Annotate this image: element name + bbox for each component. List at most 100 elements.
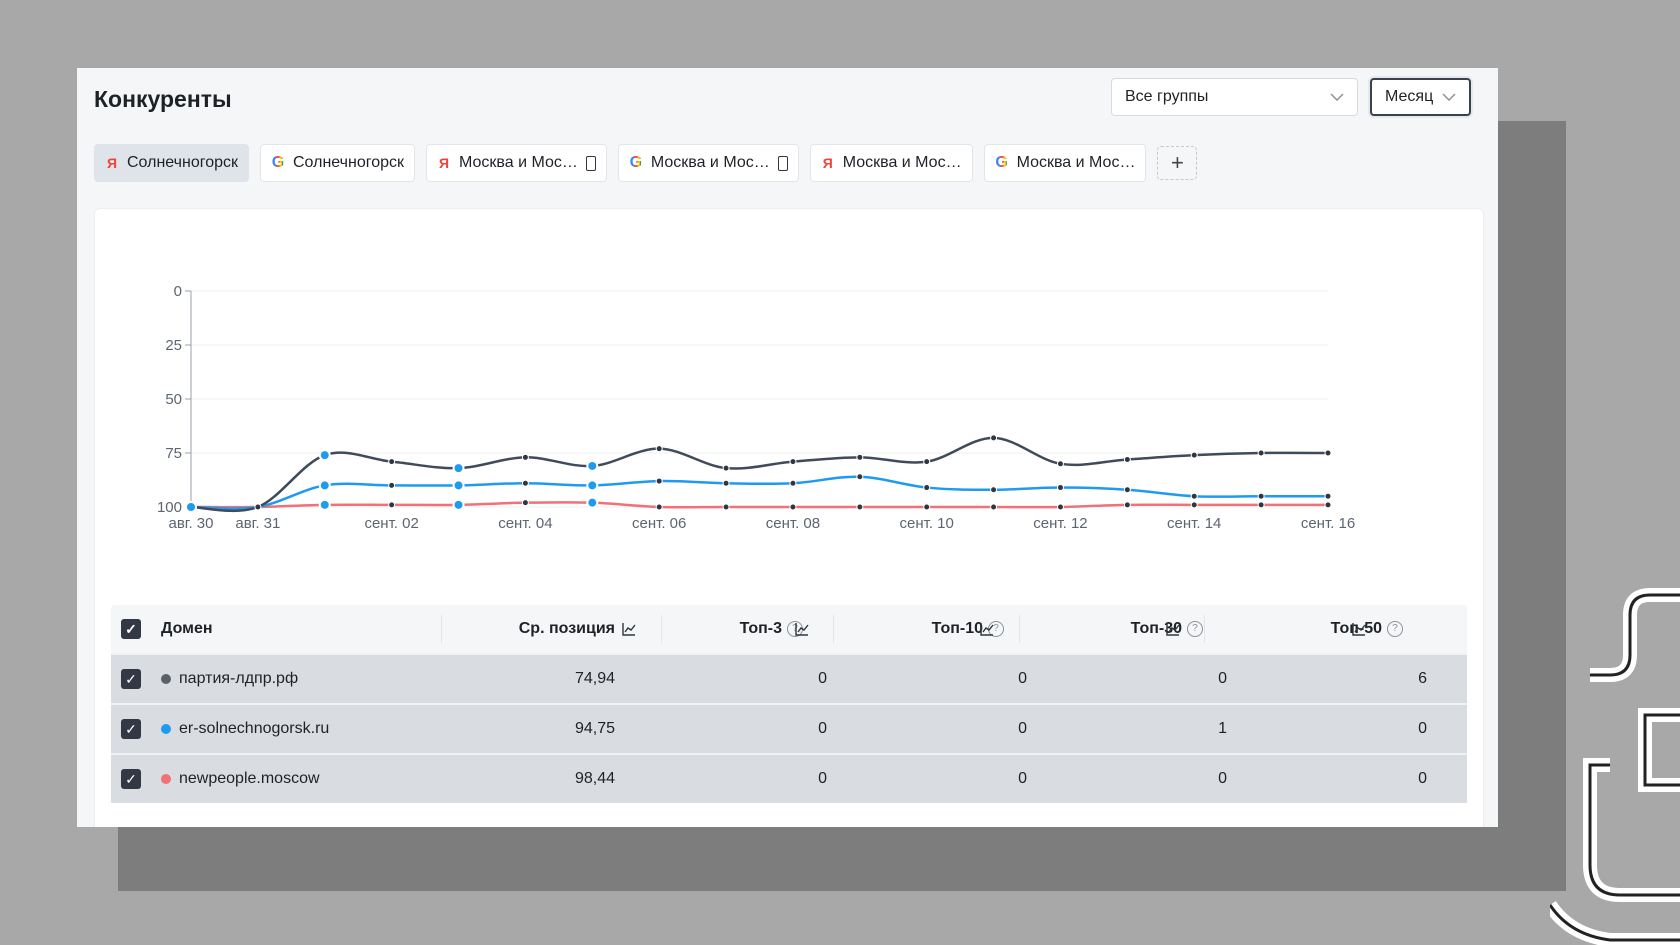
highlight-point	[185, 501, 197, 513]
tab-label: Москва и Мос…	[1016, 154, 1136, 171]
top50-cell: 0	[1418, 720, 1427, 737]
tab-google-solnechnogorsk[interactable]: G Солнечногорск	[260, 144, 415, 182]
domain-cell: er-solnechnogorsk.ru	[161, 720, 329, 738]
highlight-point	[452, 462, 465, 475]
domain-cell: партия-лдпр.рф	[161, 670, 298, 688]
highlight-point	[318, 449, 331, 462]
data-point	[923, 458, 931, 466]
chart-icon[interactable]	[794, 621, 810, 637]
series-line	[190, 436, 1329, 513]
column-divider	[1019, 615, 1020, 643]
data-point	[990, 434, 998, 442]
x-tick-label: авг. 30	[169, 515, 214, 532]
chart-icon[interactable]	[621, 621, 637, 637]
x-tick-label: сент. 12	[1033, 515, 1087, 532]
data-point	[1056, 460, 1064, 468]
domain-name: er-solnechnogorsk.ru	[179, 720, 330, 737]
domain-cell: newpeople.moscow	[161, 770, 320, 788]
x-tick-label: сент. 08	[766, 515, 820, 532]
data-point	[789, 479, 797, 487]
tab-yandex-solnechnogorsk[interactable]: Я Солнечногорск	[94, 144, 249, 182]
series-color-dot	[161, 724, 171, 734]
table-header: ✓ Домен Ср. позиция Топ-3? Топ-10? Топ-3…	[111, 605, 1467, 653]
google-icon: G	[629, 154, 643, 171]
data-point	[722, 464, 730, 472]
data-point	[789, 503, 797, 511]
data-point	[1056, 484, 1064, 492]
tab-google-moscow[interactable]: G Москва и Мос…	[983, 144, 1147, 182]
highlight-point	[586, 459, 599, 472]
table-row: ✓ newpeople.moscow 98,44 0 0 0 0	[111, 753, 1467, 803]
help-icon[interactable]: ?	[1387, 621, 1403, 637]
column-divider	[661, 615, 662, 643]
chevron-down-icon	[1442, 90, 1456, 104]
data-point	[521, 453, 529, 461]
add-tab-button[interactable]: +	[1157, 146, 1198, 180]
data-point	[388, 458, 396, 466]
data-point	[655, 503, 663, 511]
data-point	[1324, 501, 1332, 509]
period-select-value: Месяц	[1385, 88, 1434, 105]
col-top10-label: Топ-10	[931, 620, 983, 637]
yandex-icon: Я	[106, 155, 118, 171]
mobile-phone-icon	[777, 155, 788, 171]
highlight-point	[318, 479, 331, 492]
period-select[interactable]: Месяц	[1370, 78, 1471, 116]
help-icon[interactable]: ?	[1187, 621, 1203, 637]
data-point	[1324, 492, 1332, 500]
tab-yandex-moscow[interactable]: Я Москва и Мос…	[809, 144, 973, 182]
data-point	[1257, 492, 1265, 500]
series-color-dot	[161, 674, 171, 684]
data-point	[1324, 449, 1332, 457]
highlight-point	[318, 498, 331, 511]
row-checkbox[interactable]: ✓	[121, 719, 141, 739]
top30-cell: 1	[1218, 720, 1227, 737]
positions-line-chart: 0 25 50 75 100авг. 30 авг. 31 сент. 02 сент. 04…	[157, 283, 1355, 532]
page-title: Конкуренты	[94, 86, 232, 112]
data-point	[388, 501, 396, 509]
table-row: ✓ er-solnechnogorsk.ru 94,75 0 0 1 0	[111, 703, 1467, 753]
highlight-point	[452, 479, 465, 492]
tab-yandex-moscow-mobile[interactable]: Я Москва и Мос…	[426, 144, 607, 182]
groups-select[interactable]: Все группы	[1111, 78, 1358, 116]
chart-icon[interactable]	[979, 621, 995, 637]
data-point	[722, 479, 730, 487]
tab-label: Солнечногорск	[127, 154, 238, 171]
yandex-icon: Я	[822, 155, 833, 171]
column-divider	[833, 615, 834, 643]
x-tick-label: авг. 31	[235, 515, 280, 532]
avg-position-cell: 98,44	[574, 770, 615, 787]
data-point	[1257, 449, 1265, 457]
select-all-checkbox[interactable]: ✓	[121, 619, 141, 639]
top50-cell: 6	[1418, 670, 1427, 687]
y-tick-label: 75	[165, 445, 182, 462]
data-point	[1056, 503, 1064, 511]
groups-select-value: Все группы	[1125, 88, 1209, 105]
data-point	[655, 477, 663, 485]
chart-icon[interactable]	[1165, 621, 1181, 637]
column-divider	[1204, 615, 1205, 643]
google-icon: G	[271, 154, 285, 171]
tab-google-moscow-mobile[interactable]: G Москва и Мос…	[617, 144, 799, 182]
data-point	[923, 484, 931, 492]
chart-icon[interactable]	[1351, 621, 1367, 637]
data-point	[1123, 455, 1131, 463]
avg-position-cell: 94,75	[574, 720, 615, 737]
col-avg-position[interactable]: Ср. позиция	[519, 620, 615, 638]
decorative-pattern	[1550, 588, 1680, 945]
top10-cell: 0	[1018, 770, 1027, 787]
data-point	[521, 479, 529, 487]
competitors-window: Конкуренты Все группы Месяц Я Солнечного…	[77, 68, 1498, 827]
row-checkbox[interactable]: ✓	[121, 769, 141, 789]
google-icon: G	[995, 154, 1008, 171]
x-tick-label: сент. 06	[632, 515, 686, 532]
tab-label: Москва и Мос…	[650, 154, 770, 171]
highlight-point	[586, 479, 599, 492]
data-point	[789, 458, 797, 466]
top3-cell: 0	[818, 670, 827, 687]
data-point	[856, 453, 864, 461]
row-checkbox[interactable]: ✓	[121, 669, 141, 689]
top50-cell: 0	[1418, 770, 1427, 787]
data-point	[923, 503, 931, 511]
data-point	[655, 445, 663, 453]
